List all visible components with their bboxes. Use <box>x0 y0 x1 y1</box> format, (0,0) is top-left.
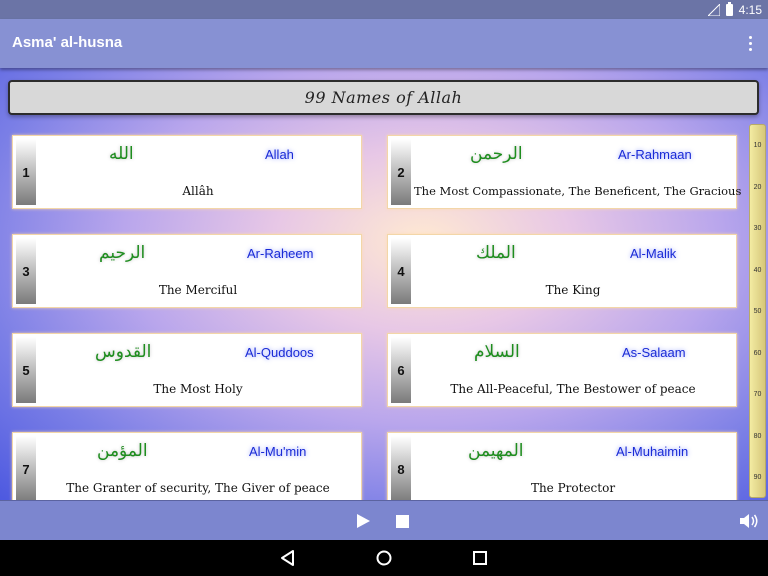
meaning: The Granter of security, The Giver of pe… <box>66 481 330 495</box>
number-tab: 6 <box>391 337 411 403</box>
number-tab: 8 <box>391 436 411 500</box>
name-number: 8 <box>397 461 405 477</box>
name-card[interactable]: 3 الرحيم Ar-Raheem The Merciful <box>12 234 362 308</box>
header-title: 99 Names of Allah <box>304 88 463 107</box>
play-icon[interactable] <box>357 514 370 528</box>
index-label[interactable]: 10 <box>750 142 765 149</box>
index-label[interactable]: 30 <box>750 225 765 232</box>
transliteration: Allah <box>265 147 294 162</box>
index-label[interactable]: 80 <box>750 433 765 440</box>
index-label[interactable]: 60 <box>750 350 765 357</box>
battery-icon <box>725 1 733 16</box>
name-number: 7 <box>22 461 30 477</box>
transliteration: Ar-Raheem <box>247 246 314 261</box>
number-tab: 1 <box>16 139 36 205</box>
arabic-name: الرحيم <box>99 243 146 263</box>
transliteration: Al-Mu'min <box>249 444 307 459</box>
overflow-menu-icon[interactable] <box>742 33 758 53</box>
arabic-name: المؤمن <box>97 441 148 461</box>
meaning: Allâh <box>182 184 214 198</box>
app-bar: Asma' al-husna <box>0 19 768 68</box>
number-tab: 5 <box>16 337 36 403</box>
name-card[interactable]: 4 الملك Al-Malik The King <box>387 234 737 308</box>
index-label[interactable]: 70 <box>750 391 765 398</box>
arabic-name: القدوس <box>95 342 152 362</box>
number-tab: 7 <box>16 436 36 500</box>
index-label[interactable]: 40 <box>750 267 765 274</box>
meaning: The King <box>545 283 601 297</box>
name-card[interactable]: 2 الرحمن Ar-Rahmaan The Most Compassiona… <box>387 135 742 209</box>
meaning: The Protector <box>530 481 616 495</box>
name-number: 2 <box>397 164 405 180</box>
transliteration: Al-Quddoos <box>245 345 314 360</box>
status-icons: 4:15 <box>707 0 762 19</box>
status-time: 4:15 <box>738 2 762 17</box>
meaning: The Merciful <box>158 283 238 297</box>
meaning: The All-Peaceful, The Bestower of peace <box>450 382 696 396</box>
meaning: The Most Compassionate, The Beneficent, … <box>414 184 742 198</box>
transliteration: As-Salaam <box>622 345 686 360</box>
header-banner: 99 Names of Allah <box>8 80 759 115</box>
transliteration: Al-Muhaimin <box>616 444 689 459</box>
home-icon[interactable] <box>375 549 393 567</box>
player-bar <box>0 500 768 540</box>
volume-icon[interactable] <box>739 512 759 530</box>
status-bar: 4:15 <box>0 0 768 19</box>
name-number: 6 <box>397 362 405 378</box>
number-tab: 2 <box>391 139 411 205</box>
number-tab: 4 <box>391 238 411 304</box>
meaning: The Most Holy <box>153 382 243 396</box>
number-tab: 3 <box>16 238 36 304</box>
transliteration: Al-Malik <box>630 246 677 261</box>
name-card[interactable]: 8 المهيمن Al-Muhaimin The Protector <box>387 432 737 500</box>
index-label[interactable]: 50 <box>750 308 765 315</box>
transliteration: Ar-Rahmaan <box>618 147 692 162</box>
app-title: Asma' al-husna <box>12 34 123 51</box>
names-content: 99 Names of Allah 1 الله Allah Allâh 2 ا… <box>0 68 768 500</box>
name-number: 4 <box>397 263 405 279</box>
index-label[interactable]: 20 <box>750 184 765 191</box>
stop-icon[interactable] <box>396 515 409 528</box>
index-label[interactable]: 90 <box>750 474 765 481</box>
recents-icon[interactable] <box>471 549 489 567</box>
arabic-name: المهيمن <box>468 441 524 461</box>
name-card[interactable]: 1 الله Allah Allâh <box>12 135 362 209</box>
name-number: 3 <box>22 263 30 279</box>
arabic-name: الرحمن <box>470 144 523 164</box>
name-card[interactable]: 5 القدوس Al-Quddoos The Most Holy <box>12 333 362 407</box>
arabic-name: الملك <box>476 243 516 263</box>
name-number: 1 <box>22 164 30 180</box>
index-scroller[interactable]: 10 20 30 40 50 60 70 80 90 <box>749 124 766 498</box>
navigation-bar <box>0 540 768 576</box>
name-card[interactable]: 6 السلام As-Salaam The All-Peaceful, The… <box>387 333 737 407</box>
name-number: 5 <box>22 362 30 378</box>
back-icon[interactable] <box>279 549 297 567</box>
signal-icon <box>707 3 720 16</box>
name-card[interactable]: 7 المؤمن Al-Mu'min The Granter of securi… <box>12 432 362 500</box>
arabic-name: الله <box>109 144 134 164</box>
arabic-name: السلام <box>474 342 520 362</box>
